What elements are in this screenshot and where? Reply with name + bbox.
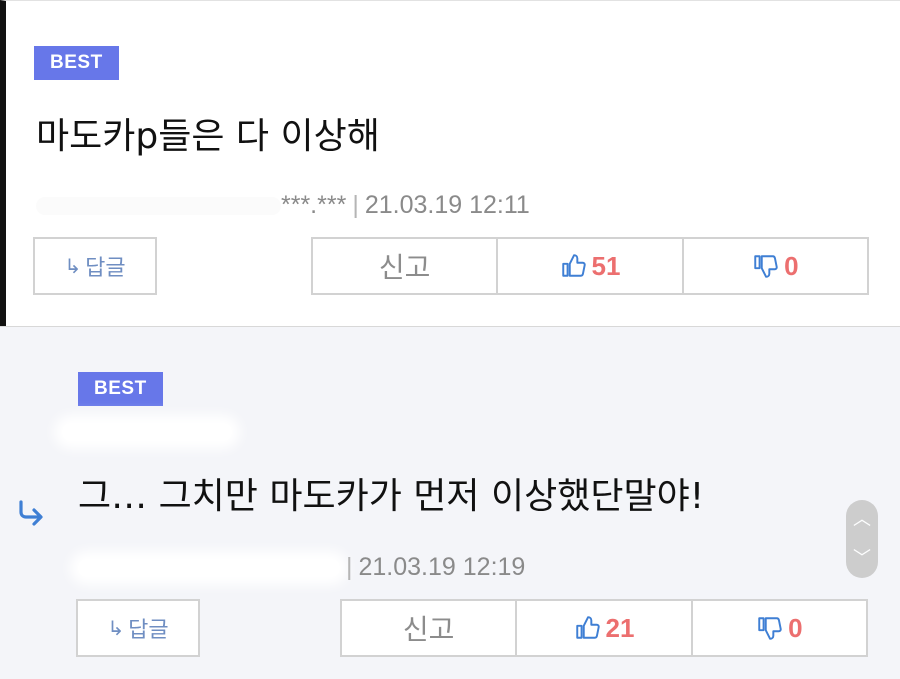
thumbs-up-icon — [574, 615, 600, 641]
redacted-author-ip — [78, 559, 340, 578]
best-badge: BEST — [34, 46, 119, 80]
dislike-count: 0 — [788, 612, 803, 643]
like-count: 51 — [591, 250, 621, 281]
comment-text: 마도카p들은 다 이상해 — [36, 116, 380, 157]
redacted-author — [36, 197, 281, 216]
thumbs-down-icon — [752, 253, 778, 279]
reply-button[interactable]: ↳ 답글 — [76, 599, 200, 657]
timestamp: 21.03.19 12:11 — [364, 191, 530, 219]
dislike-button[interactable]: 0 — [693, 601, 866, 655]
masked-ip: ***.*** — [281, 191, 347, 219]
timestamp: 21.03.19 12:19 — [358, 553, 526, 581]
comment-actions: 신고 21 0 — [340, 599, 868, 657]
like-button[interactable]: 21 — [517, 601, 693, 655]
thumbs-down-icon — [756, 615, 782, 641]
dislike-button[interactable]: 0 — [684, 239, 867, 293]
reply-label: 답글 — [85, 256, 126, 281]
comment-text: 그… 그치만 마도카가 먼저 이상했단말야! — [78, 476, 705, 517]
best-comment: BEST 마도카p들은 다 이상해 ***.*** | 21.03.19 12:11… — [0, 0, 900, 326]
chevron-down-icon[interactable]: ﹀ — [853, 549, 871, 568]
reply-arrow-icon — [16, 499, 46, 531]
reply-label: 답글 — [128, 618, 169, 643]
dislike-count: 0 — [784, 250, 799, 281]
report-button[interactable]: 신고 — [313, 239, 499, 293]
report-button[interactable]: 신고 — [342, 601, 518, 655]
like-count: 21 — [605, 612, 635, 643]
reply-button[interactable]: ↳ 답글 — [33, 237, 157, 295]
comment-actions: 신고 51 0 — [311, 237, 869, 295]
reply-arrow-icon: ↳ — [64, 254, 82, 278]
meta-separator: | — [346, 553, 353, 581]
chevron-up-icon[interactable]: ︿ — [853, 510, 871, 529]
best-reply-comment: BEST 그… 그치만 마도카가 먼저 이상했단말야! | 21.03.19 12… — [0, 326, 900, 679]
redacted-author — [62, 423, 232, 441]
thumbs-up-icon — [560, 253, 586, 279]
reply-arrow-icon: ↳ — [107, 616, 125, 640]
comment-meta: ***.*** | 21.03.19 12:11 — [36, 191, 530, 220]
meta-separator: | — [352, 191, 359, 219]
like-button[interactable]: 51 — [498, 239, 684, 293]
comment-meta: | 21.03.19 12:19 — [78, 553, 525, 582]
scroll-control[interactable]: ︿ ﹀ — [846, 500, 878, 578]
best-badge: BEST — [78, 372, 163, 406]
